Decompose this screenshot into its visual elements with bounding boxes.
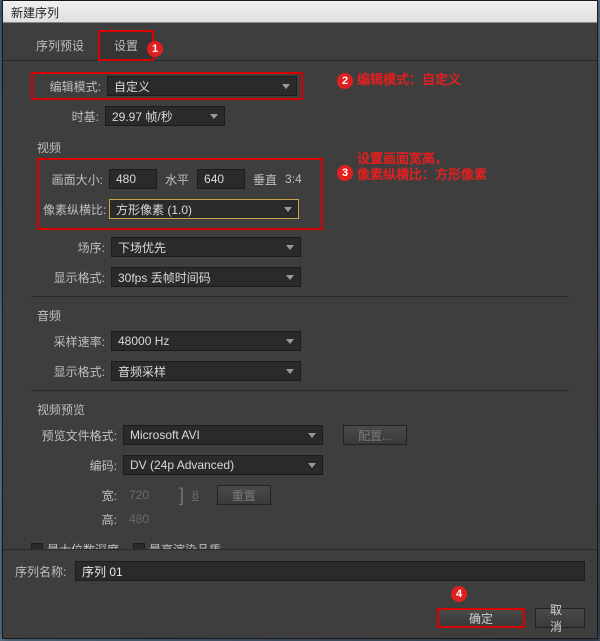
dialog-footer: 序列名称: 4 确定 取消 [3,549,597,638]
new-sequence-dialog: 新建序列 序列预设 设置 1 编辑模式: 自定义 2 编辑模式：自定义 时基: [2,0,598,639]
ph-value: 480 [123,509,171,529]
annotation-text-2b: 像素纵横比：方形像素 [357,167,487,183]
edit-mode-row: 编辑模式: 自定义 [31,73,569,99]
bracket-icon: ] [171,485,192,506]
horiz-label: 水平 [157,171,197,188]
aformat-dropdown[interactable]: 音频采样 [111,361,301,381]
config-button[interactable]: 配置... [343,425,407,445]
srate-dropdown[interactable]: 48000 Hz [111,331,301,351]
audio-group-title: 音频 [37,307,569,324]
sequence-name-input[interactable] [75,561,585,581]
preview-height-row: 高: 480 [31,506,569,532]
vformat-dropdown[interactable]: 30fps 丢帧时间码 [111,267,301,287]
link-8: 8 [192,488,199,502]
vformat-value: 30fps 丢帧时间码 [118,269,211,286]
fields-dropdown[interactable]: 下场优先 [111,237,301,257]
annotation-marker-1: 1 [147,41,163,57]
timebase-row: 时基: 29.97 帧/秒 [31,103,569,129]
chevron-down-icon [286,369,294,374]
cancel-button[interactable]: 取消 [535,608,585,628]
chevron-down-icon [286,339,294,344]
pw-label: 宽: [31,487,123,504]
codec-dropdown[interactable]: DV (24p Advanced) [123,455,323,475]
fields-value: 下场优先 [118,239,166,256]
srate-value: 48000 Hz [118,334,169,348]
par-row: 像素纵横比: 方形像素 (1.0) [43,196,317,222]
frame-size-label: 画面大小: [43,171,109,188]
edit-mode-value: 自定义 [114,78,150,95]
frame-size-row: 画面大小: 水平 垂直 3:4 [43,166,317,192]
annotation-text-1: 编辑模式：自定义 [357,72,461,88]
tab-settings[interactable]: 设置 [99,31,153,60]
preview-group-title: 视频预览 [37,401,569,418]
timebase-dropdown[interactable]: 29.97 帧/秒 [105,106,225,126]
aformat-value: 音频采样 [118,363,166,380]
pformat-row: 预览文件格式: Microsoft AVI 配置... [31,422,569,448]
aformat-label: 显示格式: [51,363,111,380]
aformat-row: 显示格式: 音频采样 [31,358,569,384]
chevron-down-icon [284,207,292,212]
seqname-label: 序列名称: [15,563,75,580]
annotation-marker-3: 3 [337,165,353,181]
tab-preset[interactable]: 序列预设 [21,31,99,60]
par-label: 像素纵横比: [43,201,109,218]
par-dropdown[interactable]: 方形像素 (1.0) [109,199,299,219]
frame-height-input[interactable] [197,169,245,189]
pformat-value: Microsoft AVI [130,428,200,442]
annotation-marker-4: 4 [451,586,467,602]
codec-row: 编码: DV (24p Advanced) [31,452,569,478]
settings-panel: 编辑模式: 自定义 2 编辑模式：自定义 时基: 29.97 帧/秒 视频 画面 [3,61,597,617]
aspect-ratio: 3:4 [285,172,302,186]
annotation-marker-2: 2 [337,73,353,89]
chevron-down-icon [308,463,316,468]
timebase-label: 时基: [51,108,105,125]
codec-value: DV (24p Advanced) [130,458,234,472]
chevron-down-icon [286,275,294,280]
annotation-text-2a: 设置画面宽高， [357,151,448,167]
tabs: 序列预设 设置 [3,23,597,61]
ok-button[interactable]: 确定 [437,608,525,628]
chevron-down-icon [308,433,316,438]
frame-width-input[interactable] [109,169,157,189]
dialog-body: 序列预设 设置 1 编辑模式: 自定义 2 编辑模式：自定义 时基: 29.97 [3,23,597,638]
window-title: 新建序列 [3,1,597,23]
srate-label: 采样速率: [51,333,111,350]
codec-label: 编码: [31,457,123,474]
chevron-down-icon [286,245,294,250]
vformat-row: 显示格式: 30fps 丢帧时间码 [31,264,569,290]
video-group-title: 视频 [37,139,569,156]
vformat-label: 显示格式: [51,269,111,286]
edit-mode-label: 编辑模式: [37,78,107,95]
vert-label: 垂直 [245,171,285,188]
pw-value: 720 [123,485,171,505]
timebase-value: 29.97 帧/秒 [112,108,173,125]
chevron-down-icon [282,84,290,89]
preview-width-row: 宽: 720 ] 8 重置 [31,482,569,508]
edit-mode-dropdown[interactable]: 自定义 [107,76,297,96]
fields-label: 场序: [51,239,111,256]
par-value: 方形像素 (1.0) [116,201,192,218]
pformat-dropdown[interactable]: Microsoft AVI [123,425,323,445]
pformat-label: 预览文件格式: [31,427,123,444]
fields-row: 场序: 下场优先 [31,234,569,260]
srate-row: 采样速率: 48000 Hz [31,328,569,354]
reset-button[interactable]: 重置 [217,485,271,505]
ph-label: 高: [31,511,123,528]
chevron-down-icon [210,114,218,119]
